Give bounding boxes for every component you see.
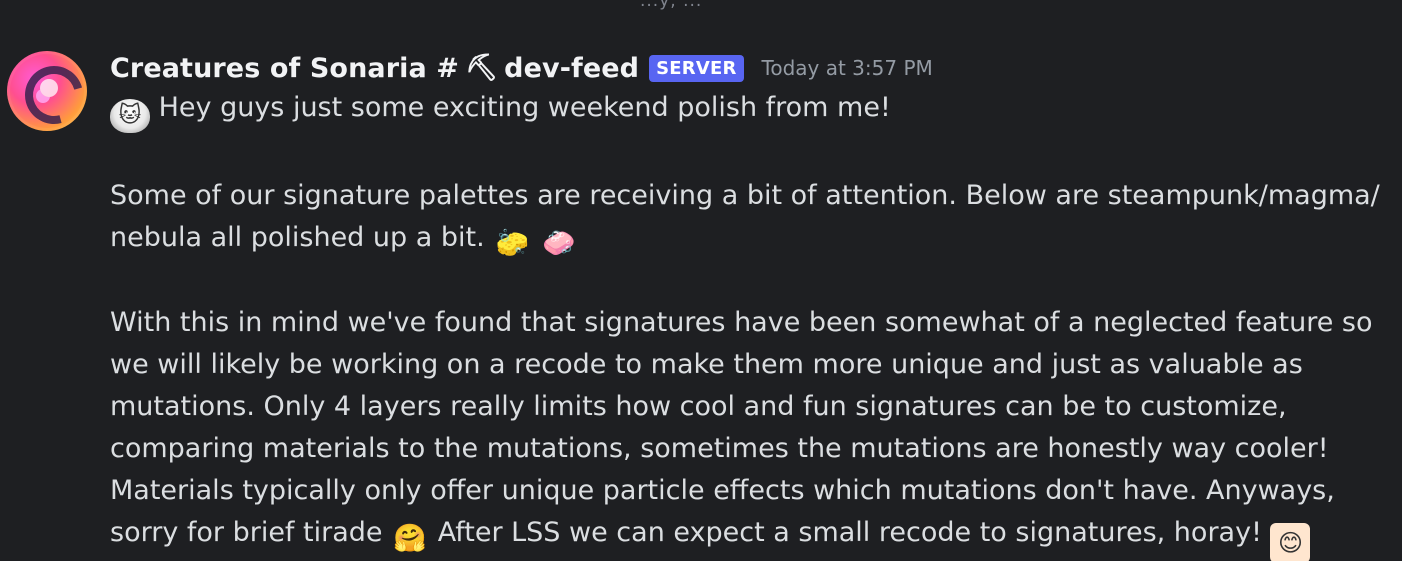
message-line-4: With this in mind we've found that signa… xyxy=(110,307,1373,338)
timestamp: Today at 3:57 PM xyxy=(761,56,933,80)
hammer-icon: ⛏ xyxy=(465,53,499,83)
server-avatar[interactable] xyxy=(7,51,87,131)
author-name[interactable]: Creatures of Sonaria # ⛏ dev-feed xyxy=(110,53,639,84)
message-line-8: Materials typically only offer unique pa… xyxy=(110,475,1335,506)
server-badge: SERVER xyxy=(649,54,744,82)
message-line-3: nebula all polished up a bit. 🧽 🧼 xyxy=(110,217,1380,260)
message-line-7: comparing materials to the mutations, so… xyxy=(110,433,1329,464)
sponge-emoji: 🧽 xyxy=(495,228,530,259)
message-line-9: sorry for brief tirade 🤗 After LSS we ca… xyxy=(110,512,1380,561)
message-line-2: Some of our signature palettes are recei… xyxy=(110,180,1380,211)
hugging-emoji: 🤗 xyxy=(393,523,427,554)
message-content: 🐱 Hey guys just some exciting weekend po… xyxy=(110,87,1380,561)
channel-name[interactable]: dev-feed xyxy=(504,53,639,84)
message-line-5: we will likely be working on a recode to… xyxy=(110,349,1303,380)
author-server-name[interactable]: Creatures of Sonaria # xyxy=(110,53,459,84)
girl-emote-icon: 😊 xyxy=(1270,523,1311,561)
discord-message: Creatures of Sonaria # ⛏ dev-feed SERVER… xyxy=(0,0,1402,561)
soap-emoji: 🧼 xyxy=(542,228,576,259)
message-line-1: 🐱 Hey guys just some exciting weekend po… xyxy=(110,87,1380,133)
message-header: Creatures of Sonaria # ⛏ dev-feed SERVER… xyxy=(110,50,933,86)
cat-maid-emoji: 🐱 xyxy=(110,99,150,133)
message-line-6: mutations. Only 4 layers really limits h… xyxy=(110,391,1287,422)
